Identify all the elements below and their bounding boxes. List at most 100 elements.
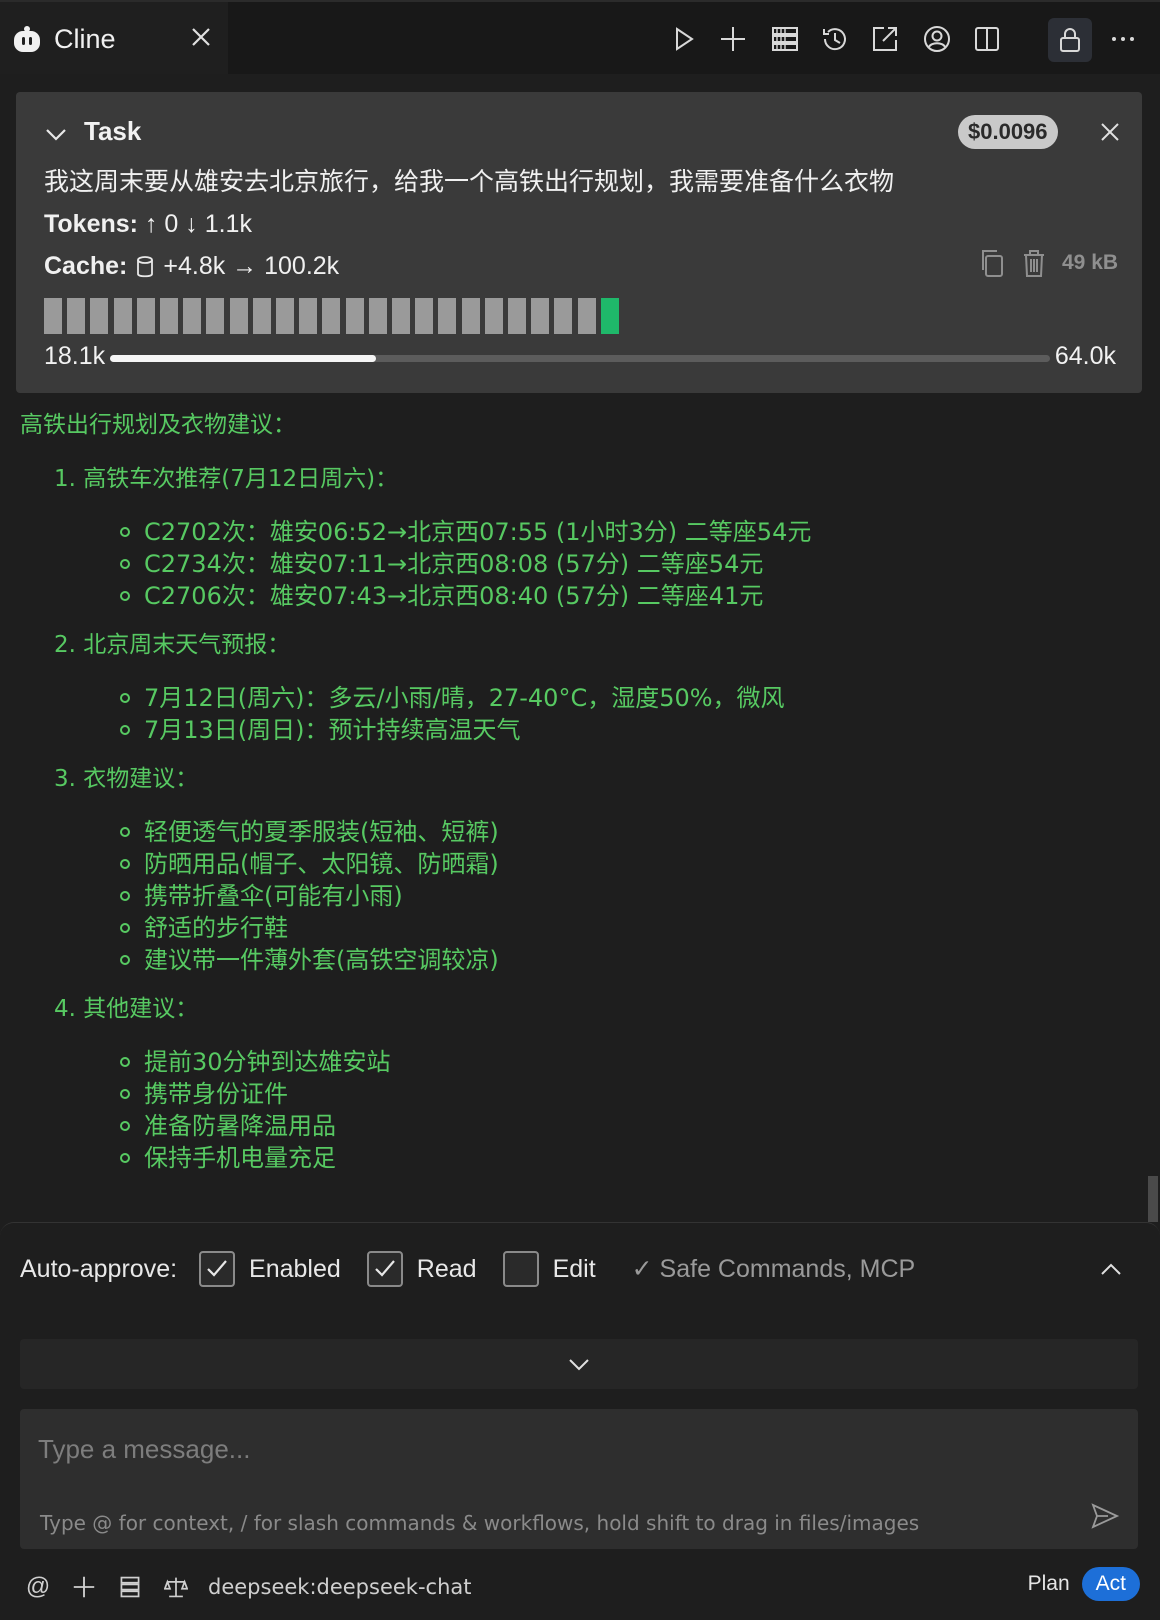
list-item: 保持手机电量充足 [120, 1142, 1120, 1174]
list-item: 建议带一件薄外套(高铁空调较凉) [120, 944, 1120, 976]
checkbox-read[interactable] [366, 1251, 403, 1287]
context-segment [368, 298, 387, 334]
context-progress-fill [110, 355, 377, 362]
list-item-text: 提前30分钟到达雄安站 [144, 1048, 391, 1076]
auto-approve-bar[interactable]: Auto-approve: Enabled Read Edit ✓ Safe C… [20, 1249, 1140, 1289]
close-icon[interactable] [188, 24, 214, 50]
scale-icon[interactable] [162, 1573, 190, 1601]
server-stack-icon[interactable] [768, 22, 802, 56]
context-segment [67, 298, 86, 334]
context-segment [136, 298, 155, 334]
bullet-icon [120, 827, 130, 837]
split-editor-icon[interactable] [970, 22, 1004, 56]
chevron-up-icon[interactable] [1098, 1257, 1124, 1283]
list-item: 携带折叠伞(可能有小雨) [120, 880, 1120, 912]
context-max: 64.0k [1054, 342, 1116, 370]
bullet-list: C2702次：雄安06:52→北京西07:55 (1小时3分) 二等座54元 C2… [120, 516, 1120, 612]
cache-row: Cache: +4.8k → 100.2k [44, 252, 339, 281]
bullet-icon [120, 859, 130, 869]
context-segment [438, 298, 457, 334]
scrollbar-thumb[interactable] [1148, 1176, 1158, 1222]
tokens-label: Tokens: [44, 210, 138, 238]
option-read-label: Read [416, 1254, 477, 1283]
mode-toggle[interactable]: Plan Act [1016, 1567, 1140, 1601]
trash-icon[interactable] [1020, 248, 1048, 278]
plus-icon[interactable] [716, 22, 750, 56]
plan-mode-button[interactable]: Plan [1016, 1572, 1082, 1596]
send-icon[interactable] [1090, 1501, 1120, 1531]
list-item-text: 携带身份证件 [144, 1080, 288, 1108]
message-section: 4. 其他建议： 提前30分钟到达雄安站 携带身份证件准备防暑降温用品 保持手机电量充… [54, 992, 1120, 1174]
list-item-text: C2706次：雄安07:43→北京西08:40 (57分) 二等座41元 [144, 582, 764, 610]
list-item-text: 防晒用品(帽子、太阳镜、防晒霜) [144, 850, 499, 878]
option-edit-label: Edit [552, 1254, 596, 1283]
input-hint: Type @ for context, / for slash commands… [40, 1511, 920, 1535]
list-item: 7月13日(周日)：预计持续高温天气 [120, 714, 1120, 746]
message-section: 2. 北京周末天气预报： 7月12日(周六)：多云/小雨/晴，27-40°C，湿度… [54, 628, 1120, 746]
cache-label: Cache: [44, 252, 128, 280]
tab-cline[interactable]: Cline [0, 2, 228, 74]
add-icon[interactable] [70, 1573, 98, 1601]
list-item-text: 准备防暑降温用品 [144, 1112, 336, 1140]
assistant-message: 高铁出行规划及衣物建议： 1. 高铁车次推荐(7月12日周六)： C2702次：雄… [20, 408, 1120, 1222]
checkbox-enabled[interactable] [199, 1251, 236, 1287]
play-icon[interactable] [666, 22, 700, 56]
tab-title: Cline [54, 24, 116, 54]
expand-bar[interactable] [20, 1339, 1138, 1389]
copy-icon[interactable] [978, 248, 1006, 278]
context-segment [461, 298, 480, 334]
context-segment [229, 298, 248, 334]
account-icon[interactable] [920, 22, 954, 56]
external-link-icon[interactable] [868, 22, 902, 56]
list-item: 轻便透气的夏季服装(短袖、短裤) [120, 816, 1120, 848]
check-icon [207, 1260, 227, 1277]
chevron-down-icon[interactable] [44, 122, 68, 146]
task-actions: 49 kB [978, 248, 1118, 278]
context-segment [299, 298, 318, 334]
section-title: 1. 高铁车次推荐(7月12日周六)： [54, 466, 399, 492]
context-segment [206, 298, 225, 334]
context-segment [531, 298, 550, 334]
list-item-text: 携带折叠伞(可能有小雨) [144, 882, 403, 910]
lock-icon[interactable] [1048, 18, 1092, 62]
list-item: 舒适的步行鞋 [120, 912, 1120, 944]
task-title: Task [84, 116, 142, 146]
history-icon[interactable] [818, 22, 852, 56]
list-item: 提前30分钟到达雄安站 [120, 1046, 1120, 1078]
context-segment [600, 298, 619, 334]
model-selector[interactable]: deepseek:deepseek-chat [208, 1575, 472, 1599]
list-item: C2706次：雄安07:43→北京西08:40 (57分) 二等座41元 [120, 580, 1120, 612]
list-item-text: C2702次：雄安06:52→北京西07:55 (1小时3分) 二等座54元 [144, 518, 812, 546]
list-item: C2734次：雄安07:11→北京西08:08 (57分) 二等座54元 [120, 548, 1120, 580]
bullet-icon [120, 1057, 130, 1067]
context-segment [415, 298, 434, 334]
task-text: 我这周末要从雄安去北京旅行，给我一个高铁出行规划，我需要准备什么衣物 [44, 167, 895, 196]
act-mode-button[interactable]: Act [1081, 1567, 1140, 1601]
context-segment [160, 298, 178, 334]
context-segment [183, 298, 202, 334]
list-item-text: 7月13日(周日)：预计持续高温天气 [144, 716, 521, 744]
list-item: 准备防暑降温用品 [120, 1110, 1120, 1142]
context-segment [44, 298, 62, 334]
task-size: 49 kB [1062, 251, 1119, 274]
close-task-icon[interactable] [1098, 120, 1122, 144]
list-item-text: 舒适的步行鞋 [144, 914, 288, 942]
message-input-box[interactable]: Type @ for context, / for slash commands… [20, 1409, 1138, 1549]
section-title: 4. 其他建议： [54, 996, 199, 1022]
checkbox-edit[interactable] [502, 1251, 539, 1287]
more-icon[interactable] [1106, 22, 1140, 56]
context-segment [508, 298, 526, 334]
message-input[interactable] [38, 1429, 1038, 1469]
bullet-icon [120, 955, 130, 965]
bullet-icon [120, 591, 130, 601]
at-mention-icon[interactable]: @ [24, 1573, 52, 1601]
bullet-icon [120, 923, 130, 933]
auto-approve-summary: ✓ Safe Commands, MCP [631, 1255, 916, 1283]
bullet-icon [120, 559, 130, 569]
section-title: 3. 衣物建议： [54, 766, 199, 792]
list-item-text: 建议带一件薄外套(高铁空调较凉) [144, 946, 499, 974]
server-icon[interactable] [116, 1573, 144, 1601]
context-segment [577, 298, 596, 334]
context-used: 18.1k [44, 342, 106, 370]
bullet-icon [120, 527, 130, 537]
